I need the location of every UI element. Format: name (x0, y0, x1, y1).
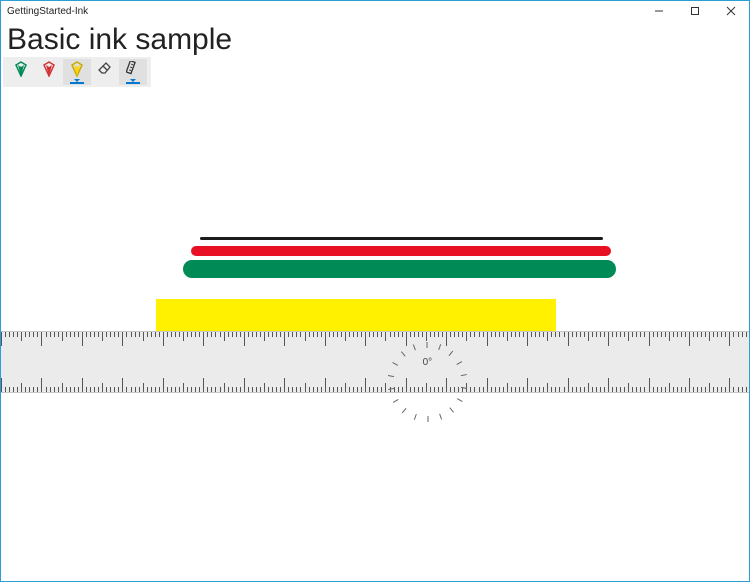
pen-icon (70, 61, 84, 77)
chevron-down-icon[interactable] (126, 82, 140, 84)
tool-pen-yellow[interactable] (63, 59, 91, 85)
tool-pen-red[interactable] (35, 59, 63, 85)
ink-toolbar (3, 57, 151, 87)
window-maximize-button[interactable] (677, 1, 713, 21)
ruler-ticks-bottom (1, 376, 749, 392)
eraser-icon (98, 61, 112, 75)
stroke-green (183, 260, 616, 278)
ruler-angle-dial[interactable]: 0° (407, 342, 447, 382)
window-minimize-button[interactable] (641, 1, 677, 21)
ruler-ticks-top (1, 332, 749, 348)
stroke-black (200, 237, 603, 240)
window-controls (641, 1, 749, 21)
window-close-button[interactable] (713, 1, 749, 21)
ink-canvas[interactable]: 0° (1, 87, 749, 581)
titlebar: GettingStarted-Ink (1, 1, 749, 21)
tool-pen-green[interactable] (7, 59, 35, 85)
window-title: GettingStarted-Ink (1, 6, 641, 17)
pen-icon (42, 61, 56, 77)
page-title: Basic ink sample (1, 21, 749, 57)
ruler-icon (126, 61, 140, 75)
tool-eraser[interactable] (91, 59, 119, 85)
chevron-down-icon[interactable] (70, 82, 84, 84)
stroke-red (191, 246, 611, 256)
tool-ruler[interactable] (119, 59, 147, 85)
ruler-tool[interactable]: 0° (1, 331, 749, 393)
stroke-highlight (156, 299, 556, 331)
pen-icon (14, 61, 28, 77)
